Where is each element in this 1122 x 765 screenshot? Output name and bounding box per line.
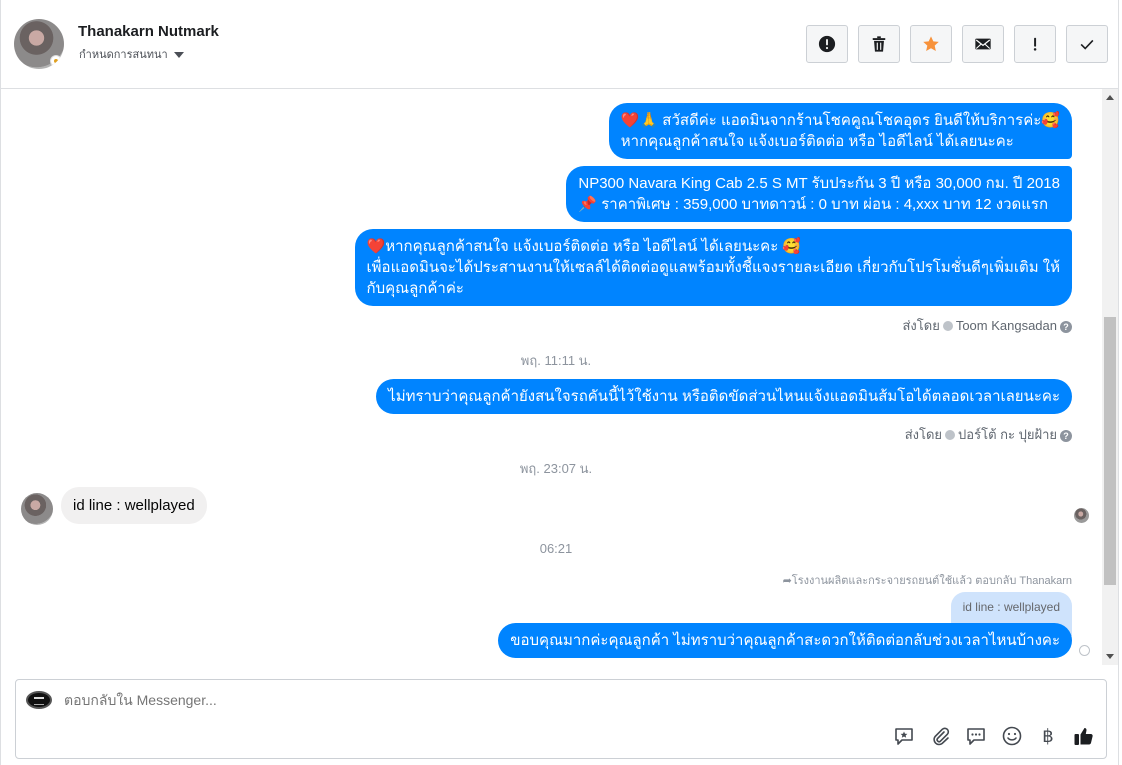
sent-by-prefix: ส่งโดย — [904, 427, 943, 442]
message-line: ไม่ทราบว่าคุณลูกค้ายังสนใจรถคันนี้ไว้ใช้… — [388, 388, 1060, 405]
exclamation-icon — [1033, 37, 1037, 51]
message-line: เพื่อแอดมินจะได้ประสานงานให้เซลล์ได้ติดต… — [366, 259, 1060, 276]
like-button[interactable] — [1072, 724, 1096, 748]
status-badge — [50, 55, 62, 67]
baht-icon: ฿ — [1042, 725, 1054, 746]
sent-by-prefix: ส่งโดย — [902, 318, 940, 333]
contact-name[interactable]: Thanakarn Nutmark — [78, 23, 219, 40]
message-line: NP300 Navara King Cab 2.5 S MT รับประกัน… — [578, 175, 1060, 192]
message-bubble-outgoing[interactable]: ขอบคุณมากค่ะคุณลูกค้า ไม่ทราบว่าคุณลูกค้… — [498, 623, 1072, 658]
verified-icon — [942, 321, 953, 331]
message-bubble-outgoing[interactable]: ❤️หากคุณลูกค้าสนใจ แจ้งเบอร์ติดต่อ หรือ … — [354, 229, 1072, 306]
attach-button[interactable] — [928, 724, 952, 748]
trash-icon — [872, 36, 886, 52]
emoji-icon — [1002, 726, 1022, 746]
paperclip-icon — [933, 727, 950, 746]
message-line: ขอบคุณมากค่ะคุณลูกค้า ไม่ทราบว่าคุณลูกค้… — [510, 632, 1060, 649]
reply-arrow-icon: ➦ — [782, 575, 792, 587]
verified-icon — [945, 430, 956, 440]
message-thread[interactable]: ❤️🙏 สวัสดีค่ะ แอดมินจากร้านโชคคูณโชคอุดร… — [1, 89, 1101, 665]
message-bubble-outgoing[interactable]: NP300 Navara King Cab 2.5 S MT รับประกัน… — [566, 166, 1072, 222]
scroll-up-arrow-icon[interactable] — [1106, 95, 1114, 100]
help-icon[interactable]: ? — [1060, 430, 1072, 442]
message-line: หากคุณลูกค้าสนใจ แจ้งเบอร์ติดต่อ หรือ ไอ… — [620, 133, 1014, 150]
check-icon — [1080, 39, 1094, 50]
scrollbar-thumb[interactable] — [1104, 317, 1116, 585]
reply-input[interactable] — [64, 692, 764, 708]
chat-icon — [967, 728, 985, 745]
alert-circle-icon — [818, 35, 836, 53]
saved-reply-icon — [895, 728, 913, 745]
saved-reply-button[interactable] — [892, 724, 916, 748]
sent-status-icon — [1079, 645, 1090, 656]
message-line: กับคุณลูกค้าค่ะ — [366, 280, 464, 297]
message-line: ❤️🙏 สวัสดีค่ะ แอดมินจากร้านโชคคูณโชคอุดร… — [620, 112, 1060, 129]
timestamp: พฤ. 23:07 น. — [519, 461, 593, 476]
message-line: ❤️หากคุณลูกค้าสนใจ แจ้งเบอร์ติดต่อ หรือ … — [366, 238, 802, 255]
message-line: 📌 ราคาพิเศษ : 359,000 บาทดาวน์ : 0 บาท ผ… — [578, 196, 1049, 213]
read-receipt-avatar — [1074, 508, 1089, 523]
message-bubble-outgoing[interactable]: ไม่ทราบว่าคุณลูกค้ายังสนใจรถคันนี้ไว้ใช้… — [376, 379, 1072, 414]
caret-down-icon — [173, 52, 184, 59]
contact-avatar[interactable] — [21, 493, 53, 525]
message-line: id line : wellplayed — [73, 497, 195, 514]
mark-done-button[interactable] — [1066, 25, 1108, 63]
emoji-button[interactable] — [1000, 724, 1024, 748]
payment-button[interactable]: ฿ — [1036, 724, 1060, 748]
message-bubble-incoming[interactable]: id line : wellplayed — [61, 487, 207, 524]
timestamp: พฤ. 11:11 น. — [520, 353, 592, 368]
mark-spam-button[interactable] — [1014, 25, 1056, 63]
timestamp: 06:21 — [539, 541, 573, 556]
reply-context-text: โรงงานผลิตและกระจายรถยนต์ใช้แล้ว ตอบกลับ… — [791, 575, 1072, 587]
quoted-text: id line : wellplayed — [962, 600, 1060, 614]
envelope-icon — [975, 38, 991, 50]
scroll-down-arrow-icon[interactable] — [1106, 654, 1114, 659]
sent-by-label: ส่งโดย ปอร์โต้ กะ ปุยฝ้าย? — [905, 424, 1072, 445]
help-icon[interactable]: ? — [1060, 321, 1072, 333]
conversation-options-dropdown[interactable]: กำหนดการสนทนา — [79, 45, 184, 63]
sender-name[interactable]: ปอร์โต้ กะ ปุยฝ้าย — [958, 427, 1057, 442]
page-avatar — [26, 691, 52, 709]
delete-button[interactable] — [858, 25, 900, 63]
thumbs-up-icon — [1074, 728, 1093, 745]
thread-scrollbar[interactable] — [1102, 89, 1118, 665]
conversation-header: Thanakarn Nutmark กำหนดการสนทนา — [1, 0, 1118, 89]
conversation-toolbar — [806, 25, 1108, 63]
composer-toolbar: ฿ — [892, 724, 1096, 748]
conversation-options-label: กำหนดการสนทนา — [79, 49, 168, 61]
mark-unread-button[interactable] — [962, 25, 1004, 63]
conversation-panel: Thanakarn Nutmark กำหนดการสนทนา ❤️🙏 สวัส… — [0, 0, 1119, 765]
sent-by-label: ส่งโดย Toom Kangsadan? — [902, 315, 1072, 336]
sender-name[interactable]: Toom Kangsadan — [956, 318, 1057, 333]
message-bubble-outgoing[interactable]: ❤️🙏 สวัสดีค่ะ แอดมินจากร้านโชคคูณโชคอุดร… — [608, 103, 1072, 159]
avatar[interactable] — [14, 19, 64, 69]
star-button[interactable] — [910, 25, 952, 63]
reply-context-label: ➦โรงงานผลิตและกระจายรถยนต์ใช้แล้ว ตอบกลั… — [783, 571, 1072, 589]
quick-reply-button[interactable] — [964, 724, 988, 748]
star-icon — [923, 36, 939, 52]
report-button[interactable] — [806, 25, 848, 63]
reply-composer: ฿ — [15, 679, 1107, 759]
